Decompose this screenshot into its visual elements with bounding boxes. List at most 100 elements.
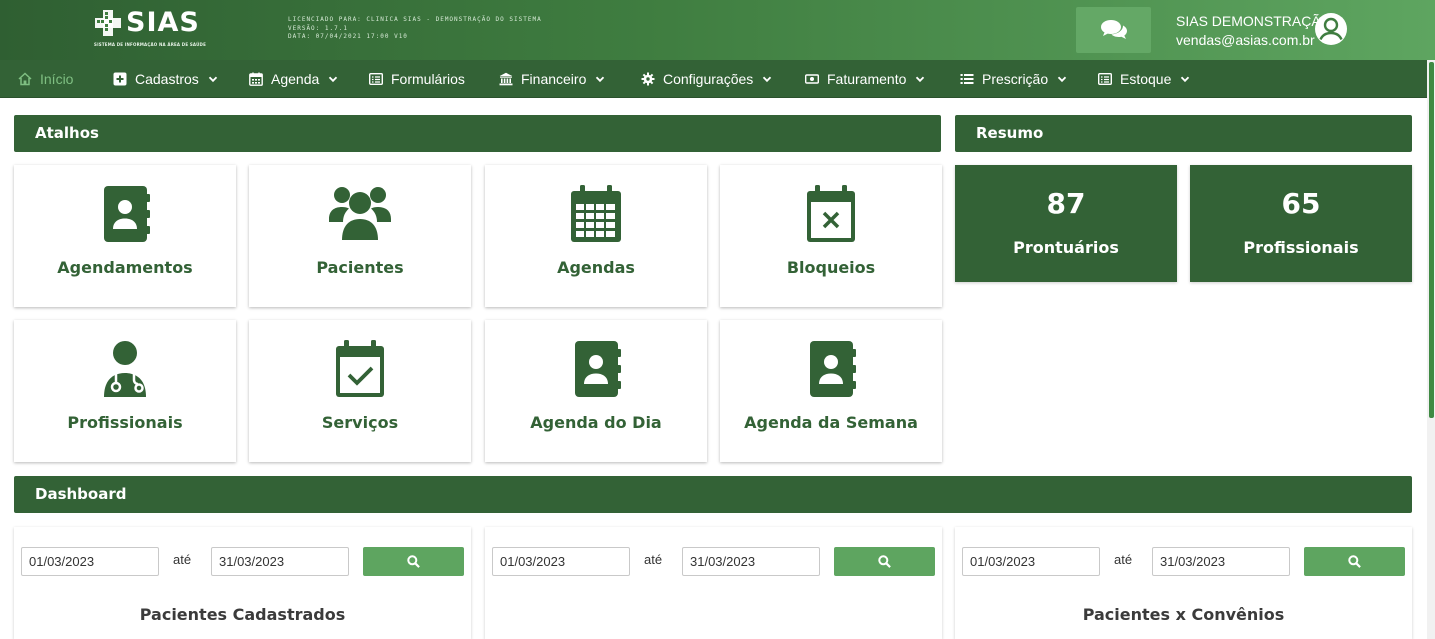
section-title: Resumo — [976, 124, 1044, 142]
shortcut-agenda-do-dia[interactable]: Agenda do Dia — [485, 320, 707, 462]
end-date-input[interactable] — [1152, 547, 1290, 576]
shortcut-label: Agenda do Dia — [530, 413, 662, 432]
user-doctor-icon — [104, 341, 146, 397]
date-separator: até — [1114, 552, 1133, 567]
comments-icon — [1100, 20, 1127, 39]
nav-item-agenda[interactable]: Agenda — [249, 60, 338, 98]
nav-item-cadastros[interactable]: Cadastros — [113, 60, 218, 98]
scrollbar-thumb[interactable] — [1429, 62, 1434, 418]
summary-value: 65 — [1281, 187, 1321, 220]
atalhos-header: Atalhos — [14, 115, 941, 152]
dashboard-panel: até Pacientes Cadastrados — [14, 527, 471, 639]
nav-item-formularios[interactable]: Formulários — [369, 60, 465, 98]
summary-card-prontuarios[interactable]: 87 Prontuários — [955, 165, 1177, 282]
search-icon — [407, 555, 420, 568]
chevron-down-icon — [1181, 76, 1190, 83]
date-separator: até — [173, 552, 192, 567]
address-book-icon — [104, 186, 150, 242]
nav-item-configuracoes[interactable]: Configurações — [641, 60, 772, 98]
home-icon — [18, 72, 32, 86]
shortcut-servicos[interactable]: Serviços — [249, 320, 471, 462]
nav-item-label: Agenda — [271, 71, 320, 87]
address-book-icon — [810, 341, 856, 397]
list-alt-icon — [1098, 73, 1112, 85]
user-email: vendas@asias.com.br — [1176, 32, 1315, 48]
summary-label: Prontuários — [1013, 238, 1119, 257]
cog-icon — [641, 72, 655, 86]
nav-item-prescricao[interactable]: Prescrição — [960, 60, 1067, 98]
summary-value: 87 — [1046, 187, 1086, 220]
date-separator: até — [644, 552, 663, 567]
date-line: DATA: 07/04/2021 17:00 V10 — [288, 33, 408, 40]
shortcut-label: Agenda da Semana — [744, 413, 918, 432]
money-bill-icon — [805, 74, 819, 84]
chat-button[interactable] — [1076, 7, 1151, 53]
shortcut-label: Agendamentos — [57, 258, 193, 277]
start-date-input[interactable] — [21, 547, 159, 576]
search-button[interactable] — [834, 547, 935, 576]
nav-item-label: Cadastros — [135, 71, 199, 87]
nav-item-label: Formulários — [391, 71, 465, 87]
panel-title: Pacientes x Convênios — [1082, 605, 1285, 624]
license-line: LICENCIADO PARA: CLINICA SIAS - DEMONSTR… — [288, 16, 542, 23]
end-date-input[interactable] — [682, 547, 820, 576]
dashboard-header: Dashboard — [14, 476, 1412, 513]
calendar-grid-icon — [571, 185, 621, 242]
summary-label: Profissionais — [1243, 238, 1359, 257]
panel-title: Pacientes Cadastrados — [139, 605, 346, 624]
shortcut-label: Bloqueios — [786, 258, 876, 277]
dashboard-panel: até — [485, 527, 942, 639]
summary-card-profissionais[interactable]: 65 Profissionais — [1190, 165, 1412, 282]
section-title: Dashboard — [35, 485, 127, 503]
nav-item-financeiro[interactable]: Financeiro — [499, 60, 605, 98]
search-icon — [1348, 555, 1361, 568]
nav-item-label: Financeiro — [521, 71, 587, 87]
chevron-down-icon — [329, 76, 338, 83]
version-line: VERSÃO: 1.7.1 — [288, 24, 348, 32]
main-nav: Início Cadastros Agenda Formulários Fina… — [0, 60, 1427, 98]
calendar-times-icon — [807, 185, 855, 242]
logo-tagline: SISTEMA DE INFORMAÇÃO NA ÁREA DE SAÚDE — [94, 42, 207, 47]
shortcut-label: Profissionais — [67, 413, 183, 432]
shortcut-label: Pacientes — [316, 258, 404, 277]
list-icon — [960, 74, 974, 84]
nav-item-label: Faturamento — [827, 71, 907, 87]
nav-item-faturamento[interactable]: Faturamento — [805, 60, 925, 98]
shortcut-bloqueios[interactable]: Bloqueios — [720, 165, 942, 307]
calendar-check-icon — [336, 340, 384, 397]
section-title: Atalhos — [35, 124, 99, 142]
resumo-header: Resumo — [955, 115, 1412, 152]
shortcut-label: Serviços — [321, 413, 399, 432]
nav-item-label: Estoque — [1120, 71, 1172, 87]
start-date-input[interactable] — [962, 547, 1100, 576]
address-book-icon — [575, 341, 621, 397]
dashboard-panel: até Pacientes x Convênios — [955, 527, 1412, 639]
shortcut-label: Agendas — [557, 258, 635, 277]
plus-square-icon — [113, 72, 127, 86]
start-date-input[interactable] — [492, 547, 630, 576]
chevron-down-icon — [208, 76, 217, 83]
shortcut-agendamentos[interactable]: Agendamentos — [14, 165, 236, 307]
end-date-input[interactable] — [211, 547, 349, 576]
nav-item-label: Início — [40, 71, 74, 87]
nav-item-label: Configurações — [663, 71, 754, 87]
shortcut-profissionais[interactable]: Profissionais — [14, 320, 236, 462]
chevron-down-icon — [763, 76, 772, 83]
nav-item-label: Prescrição — [982, 71, 1049, 87]
top-header: SIAS SISTEMA DE INFORMAÇÃO NA ÁREA DE SA… — [0, 0, 1435, 60]
list-alt-icon — [369, 73, 383, 85]
search-icon — [878, 555, 891, 568]
shortcut-agendas[interactable]: Agendas — [485, 165, 707, 307]
nav-item-estoque[interactable]: Estoque — [1098, 60, 1190, 98]
search-button[interactable] — [363, 547, 464, 576]
nav-item-inicio[interactable]: Início — [18, 60, 73, 98]
chevron-down-icon — [596, 76, 605, 83]
logo-text: SIAS — [126, 7, 200, 38]
user-circle-icon[interactable] — [1313, 11, 1349, 47]
sias-logo[interactable]: SIAS SISTEMA DE INFORMAÇÃO NA ÁREA DE SA… — [94, 7, 206, 51]
shortcut-pacientes[interactable]: Pacientes — [249, 165, 471, 307]
chevron-down-icon — [916, 76, 925, 83]
search-button[interactable] — [1304, 547, 1405, 576]
shortcut-agenda-da-semana[interactable]: Agenda da Semana — [720, 320, 942, 462]
medical-cross-logo-icon — [95, 10, 121, 36]
